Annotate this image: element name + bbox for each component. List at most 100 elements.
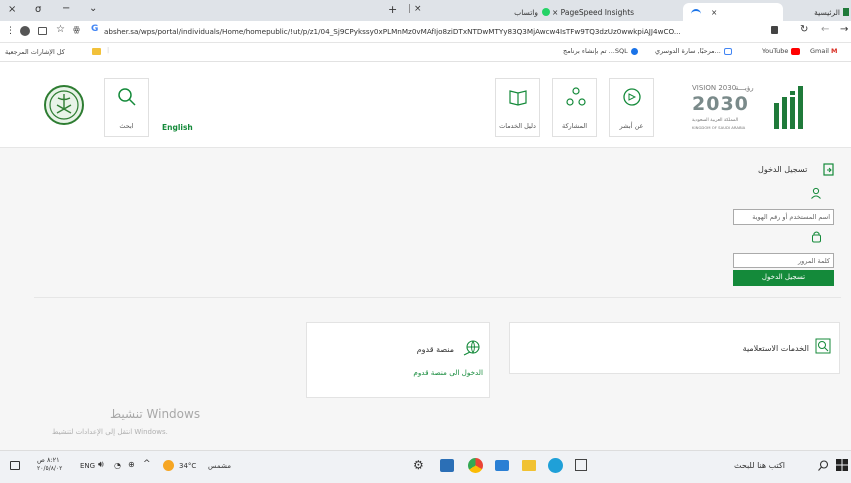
tab-close-icon[interactable]: × (711, 8, 717, 17)
weather-sun-icon[interactable] (163, 460, 174, 471)
globe-hand-icon (463, 340, 480, 356)
vision-text: VISION 2030 (692, 84, 737, 92)
search-icon (118, 88, 136, 106)
inquiry-services-card[interactable]: الخدمات الاستعلامية (509, 322, 840, 374)
saudi-emblem-logo[interactable] (44, 85, 84, 125)
google-icon: G (91, 24, 99, 34)
photos-app-icon[interactable] (440, 459, 454, 472)
tab-divider: | (408, 4, 412, 14)
minimize-window-icon[interactable]: − (62, 3, 70, 14)
forward-icon[interactable]: ← (821, 24, 829, 35)
lock-icon (812, 231, 821, 243)
english-link[interactable]: English (162, 123, 193, 132)
vision-ar-text: رؤيـــة (735, 84, 754, 92)
taskbar-search-input[interactable]: اكتب هنا للبحث (734, 461, 785, 470)
restore-window-icon[interactable]: σ (35, 4, 41, 15)
bookmark-star-icon[interactable]: ☆ (56, 24, 65, 35)
about-absher-label: عن أبشر (619, 122, 644, 130)
tray-chevron-icon[interactable]: ^ (143, 459, 151, 469)
vision-sub-en-text: KINGDOM OF SAUDI ARABIA (692, 125, 746, 130)
browser-toolbar: ⋮ ☆ ꙮ G absher.sa/wps/portal/individuals… (0, 21, 851, 43)
bookmark-sql-label: تم بإنشاء برنامج ...SQL (563, 47, 628, 55)
site-info-lock-icon[interactable] (771, 26, 778, 34)
browser-tab-bar: × σ − ⌄ + | × × PageSpeed Insights واتسا… (0, 0, 851, 21)
tab-search-menu-icon[interactable]: ⌄ (89, 3, 97, 14)
absher-favicon (843, 8, 849, 16)
url-field[interactable]: absher.sa/wps/portal/individuals/Home/ho… (104, 25, 764, 39)
absher-logo[interactable] (772, 78, 812, 133)
edge-icon[interactable] (548, 458, 563, 473)
services-guide-label: دليل الخدمات (499, 122, 536, 130)
task-view-icon[interactable] (575, 459, 587, 471)
back-icon[interactable]: → (840, 24, 848, 35)
tab-whatsapp-label: واتساب (514, 7, 538, 17)
folder-icon (92, 48, 101, 55)
tab-home[interactable]: الرئيسية (785, 3, 849, 21)
settings-gear-icon[interactable]: ⚙ (413, 458, 424, 472)
vision-sub-text: المملكة العربية السعودية (692, 118, 739, 123)
tab-pagespeed-label: × PageSpeed Insights (552, 7, 635, 17)
bookmark-gmail-label: Gmail (810, 47, 829, 55)
translate-icon[interactable]: ꙮ (73, 25, 80, 34)
book-icon (509, 90, 527, 106)
tab-pagespeed[interactable]: × PageSpeed Insights (552, 3, 662, 21)
services-guide-button[interactable]: دليل الخدمات (495, 78, 540, 137)
mail-icon[interactable] (495, 460, 509, 471)
sql-icon (630, 47, 638, 55)
qudoom-card: منصة قدوم الدخول الى منصة قدوم (306, 322, 490, 398)
qudoom-title: منصة قدوم (416, 345, 454, 354)
loading-icon (691, 9, 701, 15)
chrome-icon[interactable] (468, 458, 483, 473)
bookmark-welcome[interactable]: مرحبًا, سارة الدوسري... (655, 47, 732, 55)
search-label: ابحث (119, 122, 134, 130)
language-indicator[interactable]: ENG (80, 462, 95, 470)
weather-description[interactable]: مشمس (208, 462, 231, 470)
login-submit-button[interactable]: تسجيل الدخول (733, 270, 834, 286)
bookmark-gmail[interactable]: Gmail M (810, 47, 837, 55)
bookmark-youtube-label: YouTube (762, 47, 789, 55)
participation-button[interactable]: المشاركة (552, 78, 597, 137)
username-input[interactable]: اسم المستخدم أو رقم الهوية (733, 209, 834, 225)
windows-taskbar: ٨:٢١ ص ٢٠/٥/٨/٠٢ ENG 🔊︎ ◔ ⊕ ^ 34°C مشمس … (0, 450, 851, 483)
wifi-icon[interactable]: ◔ (114, 461, 121, 470)
bookmark-welcome-label: مرحبًا, سارة الدوسري... (655, 47, 721, 55)
profile-avatar[interactable] (20, 26, 30, 36)
notifications-icon[interactable] (10, 461, 20, 470)
about-icon (623, 88, 641, 106)
bookmark-youtube[interactable]: YouTube (762, 47, 801, 55)
close-window-icon[interactable]: × (8, 4, 16, 15)
new-tab-button[interactable]: + (388, 3, 397, 16)
year-2030-mark: 2030 (692, 93, 749, 115)
search-icon[interactable] (818, 460, 829, 471)
about-absher-button[interactable]: عن أبشر (609, 78, 654, 137)
bookmark-sql[interactable]: تم بإنشاء برنامج ...SQL (563, 47, 638, 55)
search-button[interactable]: ابحث (104, 78, 149, 137)
file-explorer-icon[interactable] (522, 460, 536, 471)
weather-temperature[interactable]: 34°C (179, 462, 196, 470)
people-network-icon (566, 87, 586, 106)
inquiry-search-icon (815, 338, 831, 354)
windows-activation-title: تنشيط Windows (110, 407, 201, 421)
tab-absher-active[interactable]: × (683, 3, 783, 21)
tab-close-icon[interactable]: × (414, 4, 422, 14)
sidebar-icon[interactable] (38, 27, 47, 35)
password-input[interactable]: كلمة المرور (733, 253, 834, 268)
windows-activation-subtitle: انتقل إلى الإعدادات لتنشيط Windows. (52, 428, 168, 436)
vision-2030-logo: VISION 2030 رؤيـــة 2030 المملكة العربية… (690, 84, 760, 134)
clock-date[interactable]: ٢٠/٥/٨/٠٢ (37, 465, 62, 472)
login-door-icon (823, 163, 834, 176)
clock-time[interactable]: ٨:٢١ ص (37, 456, 60, 465)
windows-start-icon[interactable] (836, 459, 848, 471)
reload-icon[interactable]: ↻ (800, 24, 808, 35)
tab-whatsapp[interactable]: واتساب (495, 3, 550, 21)
bookmarks-bar: كل الإشارات المرجعية | Gmail M YouTube م… (0, 43, 851, 62)
volume-icon[interactable]: 🔊︎ (98, 460, 104, 470)
qudoom-login-link[interactable]: الدخول الى منصة قدوم (413, 368, 483, 377)
bookmarks-all-label[interactable]: كل الإشارات المرجعية (5, 48, 65, 56)
page-icon (723, 47, 732, 55)
network-icon[interactable]: ⊕ (128, 460, 135, 469)
kebab-menu-icon[interactable]: ⋮ (6, 26, 15, 36)
user-icon (811, 187, 821, 199)
gmail-icon: M (830, 47, 838, 55)
participation-label: المشاركة (561, 122, 588, 130)
